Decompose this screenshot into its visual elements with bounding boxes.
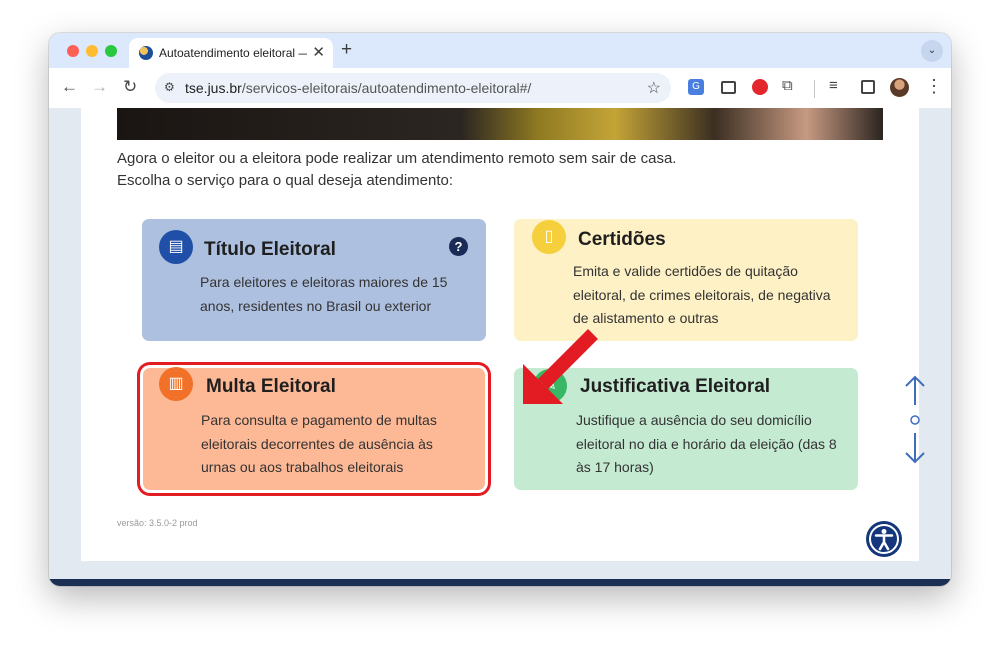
back-button[interactable]: ← — [61, 77, 78, 97]
card-description: Justifique a ausência do seu domicílio e… — [576, 412, 837, 475]
intro-line-1: Agora o eleitor ou a eleitora pode reali… — [117, 150, 677, 167]
help-question-icon[interactable]: ? — [449, 237, 468, 256]
url-host: tse.jus.br — [185, 80, 242, 96]
scroll-position-dot — [910, 415, 920, 425]
url-path: /servicos-eleitorais/autoatendimento-ele… — [241, 80, 532, 96]
service-card-multa-eleitoral[interactable]: ▥ Multa Eleitoral Para consulta e pagame… — [143, 367, 485, 490]
tab-bar: Autoatendimento eleitoral — T ✕ + ⌄ — [49, 33, 951, 68]
barcode-icon: ▥ — [159, 367, 193, 401]
scroll-down-arrow-icon[interactable] — [905, 433, 925, 464]
side-panel-icon[interactable] — [861, 80, 875, 94]
hero-image — [117, 108, 883, 140]
extensions-puzzle-icon[interactable]: ⧉ — [782, 77, 798, 94]
card-description: Para consulta e pagamento de multas elei… — [201, 412, 437, 475]
url-text[interactable]: tse.jus.br/servicos-eleitorais/autoatend… — [185, 80, 531, 96]
id-card-icon: ▤ — [159, 230, 193, 264]
card-description: Emita e valide certidões de quitação ele… — [573, 263, 831, 326]
intro-line-2: Escolha o serviço para o qual deseja ate… — [117, 172, 454, 189]
adblock-extension-icon[interactable] — [752, 79, 768, 95]
footer-bar — [49, 579, 951, 586]
maximize-window-button[interactable] — [105, 45, 117, 57]
page-viewport: Agora o eleitor ou a eleitora pode reali… — [49, 108, 951, 586]
forward-button[interactable]: → — [91, 77, 108, 97]
browser-menu-icon[interactable]: ⋮ — [925, 76, 943, 97]
card-title: Título Eleitoral — [204, 239, 336, 260]
service-card-certidoes[interactable]: ▯ Certidões Emita e valide certidões de … — [514, 219, 858, 341]
new-tab-button[interactable]: + — [341, 39, 352, 61]
card-title: Justificativa Eleitoral — [580, 376, 771, 397]
document-icon: ▯ — [532, 220, 566, 254]
toolbar-divider — [814, 80, 815, 98]
browser-toolbar: ← → ↻ ⚙ tse.jus.br/servicos-eleitorais/a… — [49, 68, 951, 108]
media-control-icon[interactable]: ≡ — [829, 77, 845, 94]
browser-tab-active[interactable]: Autoatendimento eleitoral — T ✕ — [129, 38, 333, 68]
page-container: Agora o eleitor ou a eleitora pode reali… — [81, 108, 919, 561]
card-title: Certidões — [578, 229, 666, 250]
address-bar[interactable]: ⚙ tse.jus.br/servicos-eleitorais/autoate… — [155, 73, 671, 103]
accessibility-button[interactable] — [866, 521, 902, 557]
section-scroll-nav — [902, 375, 928, 465]
browser-window: Autoatendimento eleitoral — T ✕ + ⌄ ← → … — [49, 33, 951, 586]
card-description: Para eleitores e eleitoras maiores de 15… — [200, 274, 448, 314]
version-label: versão: 3.5.0-2 prod — [117, 518, 198, 528]
tab-title: Autoatendimento eleitoral — T — [159, 46, 307, 60]
scroll-up-arrow-icon[interactable] — [905, 375, 925, 405]
intro-text: Agora o eleitor ou a eleitora pode reali… — [117, 148, 897, 192]
annotation-arrow — [523, 329, 598, 404]
tse-favicon-icon — [139, 46, 153, 60]
close-tab-icon[interactable]: ✕ — [312, 43, 325, 61]
translate-extension-icon[interactable]: G — [688, 79, 704, 95]
minimize-window-button[interactable] — [86, 45, 98, 57]
site-settings-icon[interactable]: ⚙ — [164, 80, 175, 94]
tab-search-button[interactable]: ⌄ — [921, 40, 943, 62]
card-title: Multa Eleitoral — [206, 376, 336, 397]
picture-in-picture-icon[interactable] — [721, 81, 736, 94]
close-window-button[interactable] — [67, 45, 79, 57]
service-card-titulo-eleitoral[interactable]: ▤ Título Eleitoral ? Para eleitores e el… — [142, 219, 486, 341]
accessibility-person-icon — [869, 524, 899, 554]
scroll-nav-graphic — [905, 375, 925, 464]
bookmark-star-icon[interactable]: ☆ — [647, 78, 661, 98]
profile-avatar[interactable] — [890, 78, 909, 97]
reload-button[interactable]: ↻ — [123, 77, 137, 97]
